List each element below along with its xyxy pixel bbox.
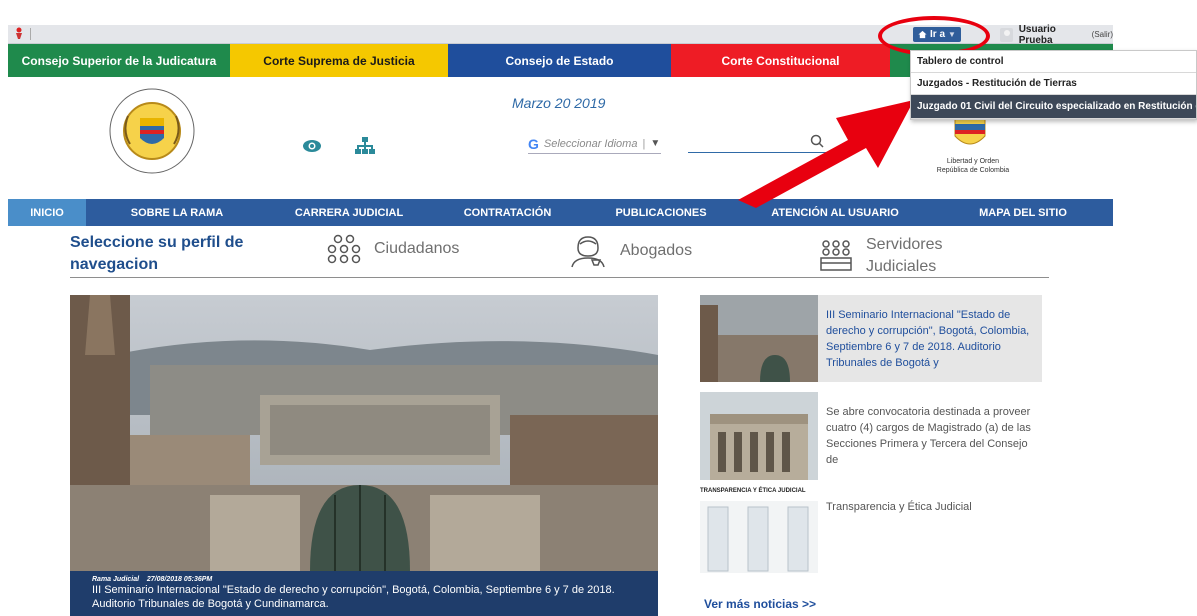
profile-ciudadanos[interactable]: Ciudadanos xyxy=(326,234,459,264)
chevron-down-icon: ▼ xyxy=(650,138,661,149)
google-g-icon: G xyxy=(528,135,539,152)
nav-publicaciones[interactable]: PUBLICACIONES xyxy=(585,199,737,226)
profile-servidores-line1: Servidores xyxy=(866,236,943,253)
servers-icon xyxy=(820,240,852,271)
corp-link-consejo-superior[interactable]: Consejo Superior de la Judicatura xyxy=(8,44,230,77)
news-thumbnail: TRANSPARENCIA Y ÉTICA JUDICIAL xyxy=(700,487,818,573)
profile-title: Seleccione su perfil de navegacion xyxy=(70,232,280,276)
profile-servidores[interactable]: Servidores Judiciales xyxy=(818,234,942,278)
news-item[interactable]: Se abre convocatoria destinada a proveer… xyxy=(700,392,1042,480)
corp-link-consejo-estado[interactable]: Consejo de Estado xyxy=(448,44,671,77)
profile-abogados-label: Abogados xyxy=(620,242,693,259)
dropdown-item-juzgado-01[interactable]: Juzgado 01 Civil del Circuito especializ… xyxy=(911,95,1196,119)
hero-meta: Rama Judicial 27/08/2018 05:36PM xyxy=(92,576,636,583)
news-thumbnail xyxy=(700,392,818,480)
crest-caption: Libertad y Orden República de Colombia xyxy=(918,157,1028,175)
profile-divider xyxy=(70,277,1049,278)
citizens-icon xyxy=(327,234,361,264)
nav-carrera-judicial[interactable]: CARRERA JUDICIAL xyxy=(268,199,430,226)
topbar-separator xyxy=(30,28,31,40)
crest-caption-line1: Libertad y Orden xyxy=(946,158,1000,165)
dropdown-item-juzgados-restitucion[interactable]: Juzgados - Restitución de Tierras xyxy=(911,73,1196,95)
news-thumbnail-title: TRANSPARENCIA Y ÉTICA JUDICIAL xyxy=(700,488,806,494)
more-news-link[interactable]: Ver más noticias >> xyxy=(704,597,816,611)
profile-ciudadanos-label: Ciudadanos xyxy=(374,240,460,257)
news-item[interactable]: TRANSPARENCIA Y ÉTICA JUDICIAL Transpare… xyxy=(700,487,1042,573)
corp-link-corte-constitucional[interactable]: Corte Constitucional xyxy=(671,44,890,77)
nav-contratacion[interactable]: CONTRATACIÓN xyxy=(430,199,585,226)
news-text: III Seminario Internacional "Estado de d… xyxy=(826,309,1030,369)
language-divider: | xyxy=(642,137,646,150)
sitemap-icon[interactable] xyxy=(354,136,376,156)
news-text: Transparencia y Ética Judicial xyxy=(826,501,972,513)
news-text: Se abre convocatoria destinada a proveer… xyxy=(826,406,1031,466)
user-menu[interactable]: Usuario Prueba (Salir) xyxy=(1000,23,1113,46)
dropdown-item-tablero[interactable]: Tablero de control xyxy=(911,51,1196,73)
red-arrow-annotation xyxy=(738,100,914,208)
transparency-doors-image xyxy=(700,501,818,573)
hero-news-image[interactable]: Rama Judicial 27/08/2018 05:36PM III Sem… xyxy=(70,295,658,616)
main-nav: INICIO SOBRE LA RAMA CARRERA JUDICIAL CO… xyxy=(8,199,1113,226)
language-placeholder: Seleccionar Idioma xyxy=(543,137,638,150)
crest-caption-line2: República de Colombia xyxy=(936,167,1010,174)
profile-title-line1: Seleccione su perfil de xyxy=(70,234,244,251)
nav-sobre-la-rama[interactable]: SOBRE LA RAMA xyxy=(86,199,268,226)
profile-servidores-label: Servidores Judiciales xyxy=(866,234,942,278)
news-item[interactable]: III Seminario Internacional "Estado de d… xyxy=(700,295,1042,382)
profile-servidores-line2: Judiciales xyxy=(866,258,937,275)
avatar xyxy=(1000,27,1013,42)
user-name: Usuario Prueba xyxy=(1018,23,1056,46)
corp-link-corte-suprema[interactable]: Corte Suprema de Justicia xyxy=(230,44,448,77)
logout-link[interactable]: (Salir) xyxy=(1092,30,1113,39)
hero-datetime: 27/08/2018 05:36PM xyxy=(146,576,213,583)
lawyer-icon xyxy=(571,236,605,268)
news-thumbnail xyxy=(700,295,818,382)
nav-inicio[interactable]: INICIO xyxy=(8,199,86,226)
hero-source: Rama Judicial xyxy=(92,576,140,583)
hero-caption-line1: III Seminario Internacional "Estado de d… xyxy=(92,584,615,596)
hero-caption-line2: Auditorio Tribunales de Bogotá y Cundina… xyxy=(92,598,329,610)
ir-a-dropdown: Tablero de control Juzgados - Restitució… xyxy=(910,50,1197,120)
language-selector[interactable]: G Seleccionar Idioma | ▼ xyxy=(528,134,661,154)
rama-judicial-seal-logo[interactable] xyxy=(102,86,202,176)
profile-title-line2: navegacion xyxy=(70,256,159,273)
rama-judicial-logo-icon[interactable] xyxy=(14,27,24,40)
hero-caption: Rama Judicial 27/08/2018 05:36PM III Sem… xyxy=(70,571,658,616)
nav-mapa-sitio[interactable]: MAPA DEL SITIO xyxy=(933,199,1113,226)
bogota-plaza-photo xyxy=(70,295,658,616)
current-date: Marzo 20 2019 xyxy=(512,95,606,111)
eye-icon[interactable] xyxy=(302,138,322,154)
profile-abogados[interactable]: Abogados xyxy=(568,234,692,268)
